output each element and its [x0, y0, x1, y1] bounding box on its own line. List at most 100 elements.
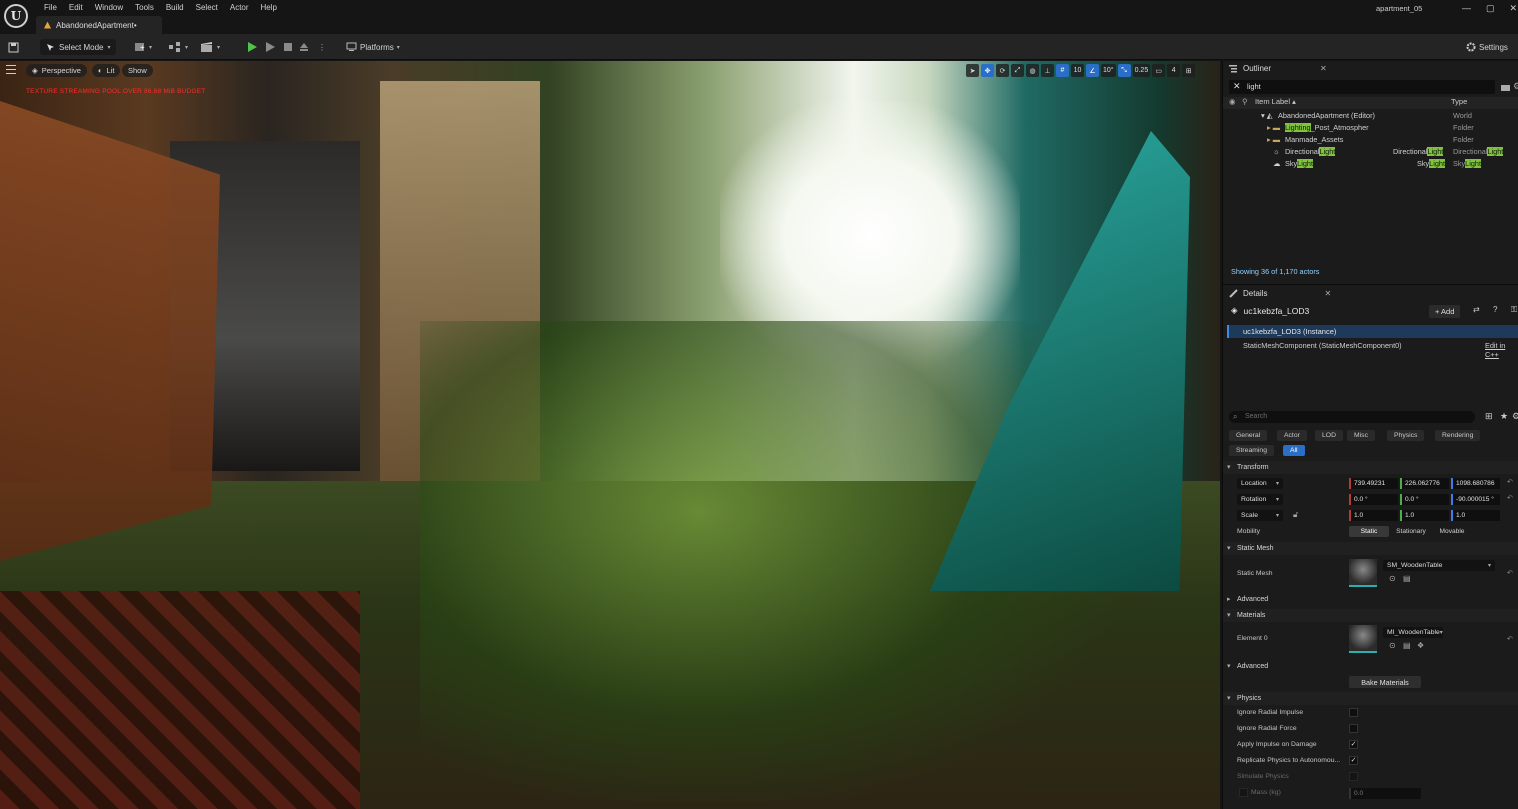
- filter-rendering[interactable]: Rendering: [1435, 430, 1481, 441]
- rotation-y-field[interactable]: 0.0 °: [1400, 494, 1449, 505]
- location-y-field[interactable]: 226.062776: [1400, 478, 1449, 489]
- section-advanced[interactable]: Advanced: [1223, 593, 1518, 606]
- browse-icon[interactable]: ▤: [1403, 641, 1411, 650]
- outliner-row-folder[interactable]: ▸ ▬ Lighting_Post_Atmospher Folder: [1223, 123, 1518, 135]
- unreal-logo-icon[interactable]: U: [4, 4, 28, 28]
- use-selected-icon[interactable]: ⊙: [1389, 641, 1396, 650]
- static-mesh-thumbnail[interactable]: [1349, 559, 1377, 587]
- column-type[interactable]: Type: [1451, 97, 1467, 106]
- bake-materials-button[interactable]: Bake Materials: [1349, 676, 1421, 688]
- cinematics-button[interactable]: ▾: [200, 39, 220, 55]
- reset-arrow-icon[interactable]: ↶: [1507, 494, 1513, 502]
- menu-edit[interactable]: Edit: [63, 2, 89, 14]
- outliner-row-folder[interactable]: ▸ ▬ Manmade_Assets Folder: [1223, 135, 1518, 147]
- section-advanced-materials[interactable]: Advanced: [1223, 660, 1518, 673]
- play-button[interactable]: [248, 39, 257, 55]
- scale-z-field[interactable]: 1.0: [1451, 510, 1500, 521]
- viewport-options-icon[interactable]: [6, 65, 16, 74]
- filter-misc[interactable]: Misc: [1347, 430, 1375, 441]
- settings-button[interactable]: Settings: [1466, 39, 1508, 55]
- scale-y-field[interactable]: 1.0: [1400, 510, 1449, 521]
- column-item-label[interactable]: Item Label ▴: [1255, 97, 1296, 106]
- location-mode-dropdown[interactable]: Location ▾: [1237, 478, 1283, 489]
- component-child-row[interactable]: StaticMeshComponent (StaticMeshComponent…: [1243, 341, 1402, 350]
- material-thumbnail[interactable]: [1349, 625, 1377, 653]
- location-x-field[interactable]: 739.49231: [1349, 478, 1398, 489]
- outliner-row-world[interactable]: ▾ ◭ AbandonedApartment (Editor) World: [1223, 111, 1518, 123]
- component-root-row[interactable]: uc1kebzfa_LOD3 (Instance): [1227, 325, 1518, 338]
- stop-button[interactable]: [284, 39, 292, 55]
- select-mode-dropdown[interactable]: Select Mode ▾: [40, 39, 117, 55]
- rotation-mode-dropdown[interactable]: Rotation ▾: [1237, 494, 1283, 505]
- maximize-icon[interactable]: ▢: [1486, 3, 1495, 14]
- scale-x-field[interactable]: 1.0: [1349, 510, 1398, 521]
- layout-icon[interactable]: ⊞: [1182, 64, 1196, 77]
- outliner-row-directional-light[interactable]: ☼ DirectionalLight DirectionalLight Dire…: [1223, 147, 1518, 159]
- mass-override-checkbox[interactable]: [1239, 788, 1248, 797]
- material-options-icon[interactable]: ❖: [1417, 641, 1424, 650]
- scale-snap-value[interactable]: 0.25: [1132, 64, 1151, 77]
- browse-icon[interactable]: ▤: [1403, 574, 1411, 583]
- favorite-star-icon[interactable]: ★: [1500, 411, 1508, 422]
- surface-snap-icon[interactable]: ⊥: [1041, 64, 1054, 77]
- camera-speed-icon[interactable]: ▭: [1152, 64, 1166, 77]
- menu-build[interactable]: Build: [160, 2, 190, 14]
- material-picker[interactable]: MI_WoodenTable ▾: [1383, 627, 1443, 638]
- use-selected-icon[interactable]: ⊙: [1389, 574, 1396, 583]
- eject-button[interactable]: [299, 39, 309, 55]
- scale-snap-icon[interactable]: ⤡: [1117, 64, 1131, 77]
- close-icon[interactable]: ✕: [1510, 3, 1518, 14]
- mobility-static[interactable]: Static: [1349, 526, 1389, 537]
- lock-icon[interactable]: ⚿: [1511, 305, 1517, 315]
- grid-snap-icon[interactable]: #: [1056, 64, 1069, 77]
- filter-actor[interactable]: Actor: [1277, 430, 1307, 441]
- table-view-icon[interactable]: ⊞: [1485, 411, 1493, 422]
- blueprint-button[interactable]: ▾: [168, 39, 188, 55]
- gear-icon[interactable]: ⚙: [1513, 81, 1518, 92]
- apply-impulse-checkbox[interactable]: ✓: [1349, 740, 1358, 749]
- grid-snap-value[interactable]: 10: [1071, 64, 1084, 77]
- save-button[interactable]: [8, 39, 19, 55]
- location-z-field[interactable]: 1098.680786: [1451, 478, 1500, 489]
- clear-search-icon[interactable]: ✕: [1233, 81, 1241, 92]
- add-folder-icon[interactable]: [1501, 83, 1511, 92]
- perspective-button[interactable]: ◈ Perspective: [26, 64, 87, 77]
- filter-general[interactable]: General: [1229, 430, 1268, 441]
- show-button[interactable]: Show: [122, 64, 153, 77]
- static-mesh-picker[interactable]: SM_WoodenTable ▾: [1383, 560, 1495, 571]
- world-space-icon[interactable]: ◍: [1026, 64, 1039, 77]
- rotate-tool-icon[interactable]: ⟳: [996, 64, 1009, 77]
- unlock-icon[interactable]: 🔓︎: [1293, 510, 1298, 520]
- replicate-physics-checkbox[interactable]: ✓: [1349, 756, 1358, 765]
- rotation-snap-icon[interactable]: ∠: [1086, 64, 1099, 77]
- view-mode-button[interactable]: ◐ Lit: [92, 64, 121, 77]
- details-tab[interactable]: Details ✕: [1229, 286, 1331, 300]
- edit-in-cpp-link[interactable]: Edit in C++: [1485, 341, 1518, 359]
- filter-streaming[interactable]: Streaming: [1229, 445, 1274, 456]
- menu-select[interactable]: Select: [190, 2, 224, 14]
- mass-field[interactable]: 0.0: [1349, 788, 1421, 799]
- close-icon[interactable]: ✕: [1324, 289, 1331, 298]
- gear-icon[interactable]: ⚙: [1512, 411, 1518, 422]
- reset-arrow-icon[interactable]: ↶: [1507, 635, 1513, 643]
- menu-file[interactable]: File: [38, 2, 63, 14]
- menu-help[interactable]: Help: [255, 2, 283, 14]
- menu-window[interactable]: Window: [89, 2, 129, 14]
- filter-all[interactable]: All: [1283, 445, 1305, 456]
- outliner-tab[interactable]: Outliner ✕: [1229, 61, 1327, 75]
- mobility-stationary[interactable]: Stationary: [1389, 526, 1433, 537]
- section-static-mesh[interactable]: Static Mesh: [1223, 542, 1518, 555]
- visibility-eye-icon[interactable]: ◉: [1229, 97, 1236, 106]
- move-tool-icon[interactable]: ✥: [981, 64, 994, 77]
- add-component-button[interactable]: + Add: [1429, 305, 1461, 318]
- pin-icon[interactable]: ⚲: [1242, 97, 1248, 106]
- section-materials[interactable]: Materials: [1223, 609, 1518, 622]
- menu-tools[interactable]: Tools: [129, 2, 160, 14]
- blueprint-convert-icon[interactable]: ⇄: [1473, 305, 1480, 314]
- mobility-movable[interactable]: Movable: [1433, 526, 1471, 537]
- scale-tool-icon[interactable]: ⤢: [1011, 64, 1024, 77]
- scale-mode-dropdown[interactable]: Scale ▾: [1237, 510, 1283, 521]
- rotation-z-field[interactable]: -90.000015 °: [1451, 494, 1500, 505]
- level-viewport[interactable]: ◈ Perspective ◐ Lit Show ➤ ✥ ⟳ ⤢ ◍ ⊥ # 1…: [0, 61, 1220, 809]
- ignore-radial-force-checkbox[interactable]: [1349, 724, 1358, 733]
